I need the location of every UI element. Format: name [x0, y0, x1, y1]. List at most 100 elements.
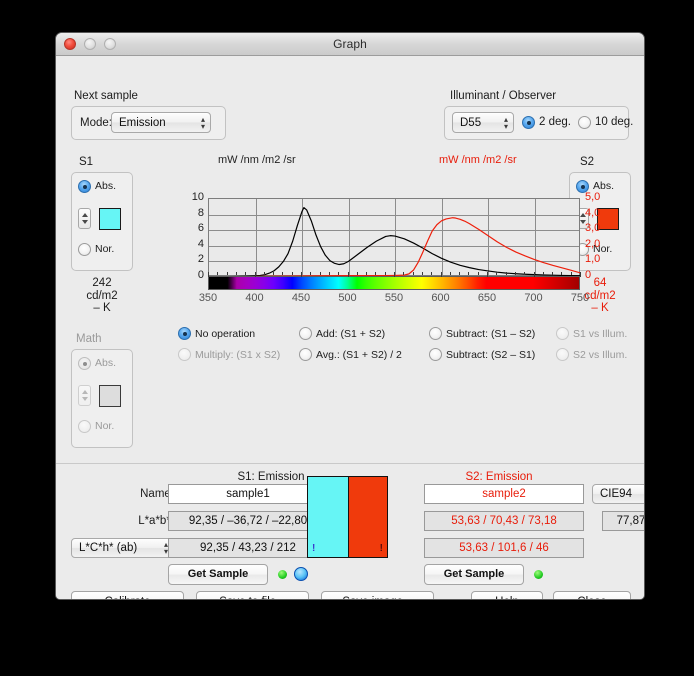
button-label: Save to file... [219, 596, 285, 599]
chart-series-s1 [209, 206, 581, 277]
s1-nor-label: Nor. [95, 243, 115, 255]
spectrum-chart [208, 198, 581, 277]
chart-left-tick: 10 [191, 191, 204, 203]
lab-label: L*a*b*: [138, 515, 174, 527]
s1-nor-radio[interactable] [78, 243, 91, 256]
math-panel-title: Math [76, 333, 102, 345]
s1-status-led-blue [294, 567, 308, 581]
s2-lab-value: 53,63 / 70,43 / 73,18 [451, 515, 557, 527]
s2-alt-value: 53,63 / 101,6 / 46 [459, 542, 549, 554]
chart-x-tick: 550 [384, 292, 404, 304]
name-label: Name: [140, 488, 174, 500]
s1-get-sample-label: Get Sample [187, 568, 249, 580]
s1-name-input[interactable]: sample1 [168, 484, 328, 504]
chart-x-tick: 650 [477, 292, 497, 304]
chart-x-minor-ticks [208, 272, 581, 277]
s2-form-header: S2: Emission [465, 471, 533, 483]
s1-comparison-swatch: ! [308, 477, 348, 557]
math-nor-radio[interactable] [78, 420, 91, 433]
observer-10deg-radio[interactable] [578, 116, 591, 129]
s2-panel-title: S2 [580, 156, 595, 168]
chart-series-s2 [209, 217, 581, 277]
next-sample-group-label: Next sample [74, 90, 138, 102]
save-image-button[interactable]: Save image... [321, 591, 434, 599]
s1-get-sample-button[interactable]: Get Sample [168, 564, 268, 585]
chart-left-axis-title: mW /nm /m2 /sr [218, 154, 296, 166]
s2-alt-value-field: 53,63 / 101,6 / 46 [424, 538, 584, 558]
chart-curves [209, 206, 581, 277]
button-label: Help [495, 596, 519, 599]
s1-cct-value: – K [93, 302, 111, 314]
chart-left-tick: 8 [197, 206, 204, 219]
chart-left-tick: 0 [197, 269, 204, 281]
operation-radio-5 [178, 348, 191, 361]
chart-x-tick: 600 [431, 292, 450, 304]
minimize-window-button[interactable] [84, 38, 96, 50]
s1-scale-stepper[interactable] [78, 208, 91, 229]
operation-label-1: No operation [195, 328, 256, 340]
illuminant-dropdown[interactable]: D55 ▴ ▾ [452, 112, 514, 133]
chevron-updown-icon: ▴ ▾ [503, 114, 508, 131]
s1-luminance-unit: cd/m2 [86, 290, 118, 302]
close-window-button[interactable] [64, 38, 76, 50]
s1-alt-value: 92,35 / 43,23 / 212 [200, 542, 296, 554]
operation-label-4: S1 vs Illum. [573, 328, 628, 340]
chart-x-tick: 750 [570, 292, 590, 304]
s2-lab-value-field: 53,63 / 70,43 / 73,18 [424, 511, 584, 531]
chart-right-axis-title: mW /nm /m2 /sr [439, 154, 517, 166]
operation-label-2: Add: (S1 + S2) [316, 328, 386, 340]
s2-get-sample-button[interactable]: Get Sample [424, 564, 524, 585]
operation-label-5: Multiply: (S1 x S2) [195, 349, 281, 361]
mode-dropdown-value: Emission [119, 116, 166, 129]
operation-radio-2[interactable] [299, 327, 312, 340]
maximize-window-button[interactable] [104, 38, 116, 50]
s1-lab-value-field: 92,35 / –36,72 / –22,80 [168, 511, 328, 531]
operation-radio-1[interactable] [178, 327, 191, 340]
s1-abs-radio[interactable] [78, 180, 91, 193]
math-nor-label: Nor. [95, 420, 115, 432]
button-label: Save image... [342, 596, 412, 599]
s1-gamut-warning: ! [312, 543, 316, 554]
visible-spectrum-strip [208, 276, 580, 290]
mode-label: Mode: [80, 117, 112, 129]
math-abs-radio[interactable] [78, 357, 91, 370]
delta-value: 77,87 [616, 515, 645, 527]
alt-colorspace-dropdown[interactable]: L*C*h* (ab) ▴ ▾ [71, 538, 174, 558]
chart-right-tick: 2,0 [585, 237, 601, 250]
chart-left-tick: 6 [197, 222, 204, 235]
s2-name-value: sample2 [482, 488, 526, 500]
chart-x-tick: 500 [338, 292, 357, 304]
chart-left-tick: 4 [197, 237, 204, 250]
chart-right-tick: 5,0 [585, 191, 601, 203]
s2-comparison-swatch: ! [348, 477, 387, 557]
chart-x-tick: 350 [198, 292, 218, 304]
s2-name-input[interactable]: sample2 [424, 484, 584, 504]
close-button[interactable]: Close [553, 591, 631, 599]
observer-2deg-radio[interactable] [522, 116, 535, 129]
chart-right-tick: 0 [585, 269, 592, 281]
calibrate-button[interactable]: Calibrate [71, 591, 184, 599]
chart-x-tick: 450 [291, 292, 311, 304]
operation-radio-6[interactable] [299, 348, 312, 361]
operation-radio-7[interactable] [429, 348, 442, 361]
mode-dropdown[interactable]: Emission ▴ ▾ [111, 112, 211, 133]
button-label: Calibrate [104, 596, 150, 599]
help-button[interactable]: Help [471, 591, 543, 599]
operation-radio-3[interactable] [429, 327, 442, 340]
delta-formula-dropdown[interactable]: CIE94 ▴▾ [592, 484, 644, 504]
s1-status-led-green [278, 570, 287, 579]
chart-right-tick: 3,0 [585, 222, 601, 235]
illuminant-dropdown-value: D55 [460, 116, 482, 129]
math-color-swatch[interactable] [99, 385, 121, 407]
chart-x-tick: 700 [524, 292, 543, 304]
graph-window: Graph Next sample Mode: Emission ▴ ▾ Illu… [55, 32, 645, 600]
illuminant-group-label: Illuminant / Observer [450, 90, 557, 102]
window-titlebar[interactable]: Graph [56, 33, 644, 56]
save-to-file-button[interactable]: Save to file... [196, 591, 309, 599]
s1-color-swatch[interactable] [99, 208, 121, 230]
s1-panel-title: S1 [79, 156, 94, 168]
chart-x-tick: 400 [245, 292, 264, 304]
chart-right-tick: 1,0 [585, 253, 601, 266]
math-scale-stepper[interactable] [78, 385, 91, 406]
operation-label-6: Avg.: (S1 + S2) / 2 [316, 349, 402, 361]
